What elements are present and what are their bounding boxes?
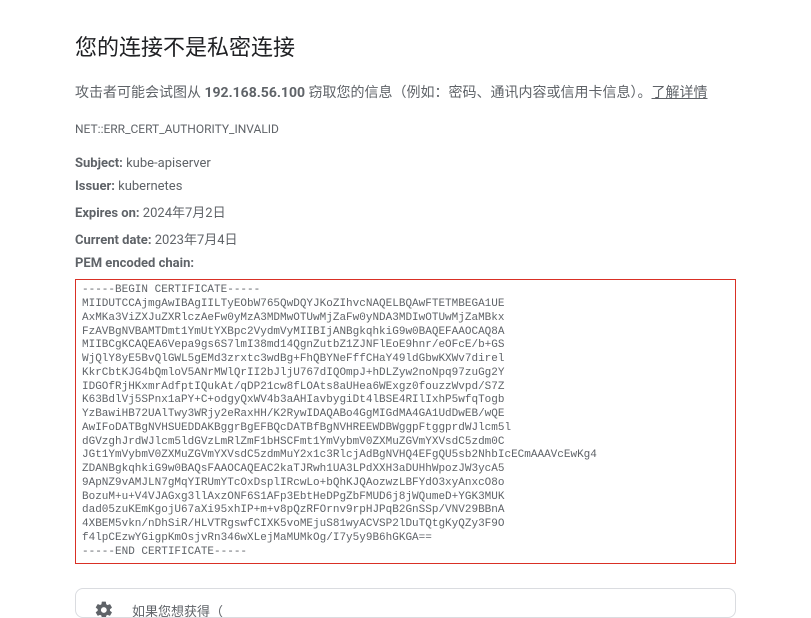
warning-text: 攻击者可能会试图从 192.168.56.100 窃取您的信息（例如：密码、通讯… bbox=[75, 82, 736, 104]
cert-issuer-label: Issuer: bbox=[75, 179, 115, 194]
warning-pre: 攻击者可能会试图从 bbox=[75, 85, 204, 101]
cert-pem-label: PEM encoded chain: bbox=[75, 256, 194, 271]
gear-icon bbox=[94, 600, 114, 618]
cert-subject-value: kube-apiserver bbox=[126, 156, 211, 171]
cert-subject-label: Subject: bbox=[75, 156, 123, 171]
cert-expires-value: 2024年7月2日 bbox=[143, 206, 226, 221]
page-title: 您的连接不是私密连接 bbox=[75, 30, 736, 62]
cert-expires-label: Expires on: bbox=[75, 206, 140, 221]
enhanced-protection-card[interactable]: 如果您想获得（ bbox=[75, 588, 736, 618]
learn-more-link[interactable]: 了解详情 bbox=[652, 85, 708, 101]
bottom-text-pre: 如果您想获得（ bbox=[132, 605, 223, 618]
enhanced-protection-text: 如果您想获得（ bbox=[132, 601, 223, 618]
cert-issuer-value: kubernetes bbox=[118, 179, 182, 194]
warning-post: 窃取您的信息（例如：密码、通讯内容或信用卡信息）。 bbox=[305, 85, 651, 101]
warning-ip: 192.168.56.100 bbox=[204, 85, 305, 101]
cert-pem-label-row: PEM encoded chain: bbox=[75, 256, 736, 271]
cert-current-row: Current date: 2023年7月4日 bbox=[75, 229, 736, 248]
cert-current-value: 2023年7月4日 bbox=[155, 233, 238, 248]
error-code: NET::ERR_CERT_AUTHORITY_INVALID bbox=[75, 122, 736, 136]
cert-current-label: Current date: bbox=[75, 233, 151, 248]
cert-subject-row: Subject: kube-apiserver bbox=[75, 156, 736, 171]
cert-expires-row: Expires on: 2024年7月2日 bbox=[75, 202, 736, 221]
cert-issuer-row: Issuer: kubernetes bbox=[75, 179, 736, 194]
pem-encoded-chain: -----BEGIN CERTIFICATE----- MIIDUTCCAjmg… bbox=[75, 279, 736, 564]
